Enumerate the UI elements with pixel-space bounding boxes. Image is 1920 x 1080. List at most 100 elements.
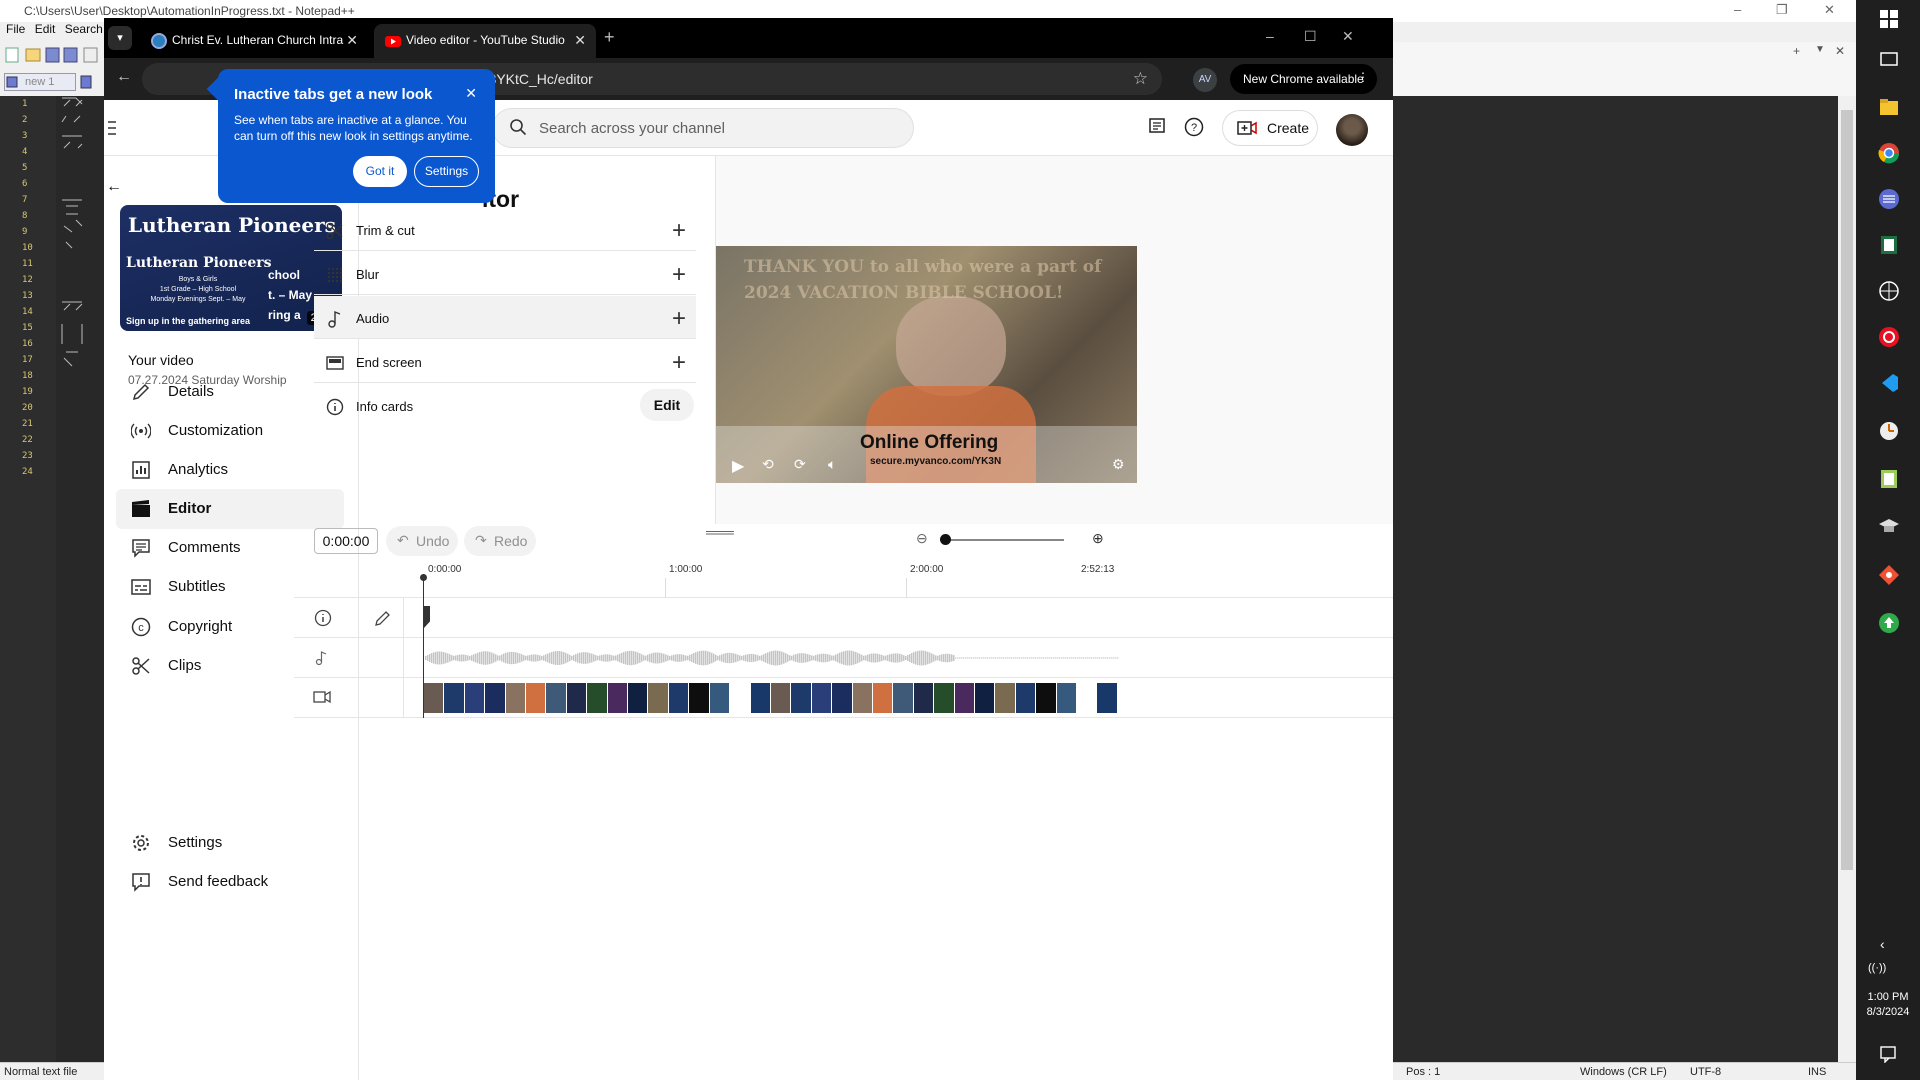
editor-text-area[interactable] [56, 96, 104, 1062]
waveform-bar [1063, 657, 1065, 659]
minimize-button[interactable]: – [1266, 28, 1274, 44]
video-track[interactable] [294, 678, 1393, 718]
scrollbar-thumb[interactable] [1841, 110, 1853, 870]
forward-10-icon[interactable]: ⟳ [794, 456, 806, 473]
close-tab-icon[interactable]: ✕ [574, 32, 586, 49]
chevron-left-icon[interactable]: ‹ [1880, 936, 1885, 952]
rewind-10-icon[interactable]: ⟲ [762, 456, 774, 473]
back-arrow-icon[interactable]: ← [116, 68, 132, 86]
file-explorer-icon[interactable] [1878, 96, 1900, 118]
notepad-minimize-button[interactable]: – [1734, 2, 1741, 17]
notepad-plus-icon[interactable] [1878, 468, 1900, 490]
comment-feedback-icon[interactable] [1148, 117, 1166, 137]
play-icon[interactable]: ▶ [732, 456, 744, 476]
vscode-icon[interactable] [1878, 372, 1900, 394]
redo-button[interactable]: ↷ Redo [464, 526, 536, 556]
waveform-bar [573, 655, 575, 661]
tool-end-screen[interactable]: End screen + [314, 340, 696, 383]
tool-info-cards[interactable]: Info cards Edit [314, 384, 696, 427]
editor-text-area-right[interactable] [1393, 96, 1838, 1062]
nav-item-settings[interactable]: Settings [116, 823, 344, 863]
close-tab-icon[interactable]: ✕ [346, 32, 358, 49]
close-icon[interactable]: ✕ [465, 85, 477, 102]
channel-avatar[interactable] [1336, 114, 1368, 146]
info-icon[interactable] [314, 609, 332, 627]
tool-audio[interactable]: Audio + [314, 296, 696, 339]
zoom-slider[interactable] [946, 539, 1064, 541]
tab-youtube-studio[interactable]: Video editor - YouTube Studio ✕ [374, 24, 596, 58]
nav-item-analytics[interactable]: Analytics [116, 450, 344, 490]
menu-edit[interactable]: Edit [35, 22, 56, 36]
timecode-input[interactable]: 0:00:00 [314, 528, 378, 554]
undo-button[interactable]: ↶ Undo [386, 526, 458, 556]
hamburger-menu-icon[interactable] [108, 120, 116, 136]
zoom-in-icon[interactable]: ⊕ [1092, 530, 1104, 547]
waveform-bar [825, 653, 827, 663]
tab-search-button[interactable]: ▾ [108, 26, 132, 50]
create-button[interactable]: Create [1222, 110, 1318, 146]
tool-trim-cut[interactable]: Trim & cut + [314, 208, 696, 251]
upload-icon[interactable] [1878, 612, 1900, 634]
chrome-icon[interactable] [1878, 142, 1900, 164]
video-preview-player[interactable]: THANK YOU to all who were a part of 2024… [716, 246, 1137, 483]
timeline-playhead[interactable] [423, 574, 424, 718]
help-icon[interactable]: ? [1184, 117, 1204, 137]
back-arrow-icon[interactable]: ← [106, 178, 122, 196]
notification-icon[interactable] [1879, 1045, 1897, 1063]
timeline-ruler[interactable]: 0:00:00 1:00:00 2:00:00 2:52:13 [294, 564, 1393, 598]
notepad-close-button[interactable]: ✕ [1824, 2, 1835, 18]
windows-start-icon[interactable] [1878, 8, 1900, 30]
network-icon[interactable]: ((·)) [1868, 962, 1886, 974]
pencil-icon[interactable] [374, 609, 392, 627]
taskbar-clock[interactable]: 1:00 PM 8/3/2024 [1856, 990, 1920, 1020]
tool-blur[interactable]: Blur + [314, 252, 696, 295]
waveform-bar [767, 652, 769, 664]
video-thumbnail[interactable]: Lutheran Pioneers Lutheran Pioneers Boys… [120, 205, 342, 331]
red-app-icon[interactable] [1878, 326, 1900, 348]
maximize-button[interactable]: ☐ [1304, 28, 1317, 45]
graduation-icon[interactable] [1878, 516, 1900, 538]
settings-gear-icon[interactable]: ⚙︎ [1112, 456, 1125, 473]
globe-icon[interactable] [1878, 280, 1900, 302]
nav-item-customization[interactable]: Customization [116, 411, 344, 451]
nav-item-editor[interactable]: Editor [116, 489, 344, 529]
got-it-button[interactable]: Got it [353, 156, 407, 187]
add-icon[interactable]: + [672, 217, 686, 245]
spreadsheet-icon[interactable] [1878, 234, 1900, 256]
add-icon[interactable]: + [672, 305, 686, 333]
nav-item-details[interactable]: Details [116, 372, 344, 412]
waveform-bar [917, 650, 919, 666]
zoom-out-icon[interactable]: ⊖ [916, 530, 928, 547]
playhead-handle[interactable] [420, 574, 427, 581]
status-filetype: Normal text file [4, 1066, 78, 1078]
git-icon[interactable] [1878, 564, 1900, 586]
editor-scrollbar[interactable] [1838, 96, 1856, 1062]
audio-track[interactable] [294, 638, 1393, 678]
volume-icon[interactable]: 🔈︎ [828, 456, 836, 473]
clock-app-icon[interactable] [1878, 420, 1900, 442]
drag-handle-icon[interactable]: ═══ [706, 524, 734, 540]
nav-label: Copyright [168, 618, 233, 635]
new-chrome-available-button[interactable]: New Chrome available ⋮ [1230, 64, 1377, 94]
info-cards-track[interactable] [294, 598, 1393, 638]
add-icon[interactable]: + [672, 349, 686, 377]
waveform-bar [847, 650, 849, 666]
zoom-slider-knob[interactable] [940, 534, 951, 545]
new-tab-button[interactable]: + [604, 27, 615, 48]
waveform-bar [1087, 657, 1089, 659]
nav-item-send-feedback[interactable]: Send feedback [116, 862, 344, 902]
close-window-button[interactable]: ✕ [1342, 28, 1354, 45]
tab-church-intranet[interactable]: Christ Ev. Lutheran Church Intra ✕ [140, 24, 368, 58]
menu-search[interactable]: Search [65, 22, 103, 36]
task-view-icon[interactable] [1878, 48, 1900, 70]
popup-settings-button[interactable]: Settings [414, 156, 479, 187]
menu-file[interactable]: File [6, 22, 25, 36]
app-grid-icon[interactable] [1878, 188, 1900, 210]
add-icon[interactable]: + [672, 261, 686, 289]
bookmark-star-icon[interactable]: ☆ [1133, 69, 1148, 89]
notepad-restore-button[interactable]: ❐ [1776, 2, 1788, 18]
profile-avatar[interactable]: AV [1193, 68, 1217, 92]
info-cards-edit-button[interactable]: Edit [640, 389, 694, 421]
info-card-marker[interactable] [424, 606, 430, 628]
search-input[interactable]: Search across your channel [492, 108, 914, 148]
